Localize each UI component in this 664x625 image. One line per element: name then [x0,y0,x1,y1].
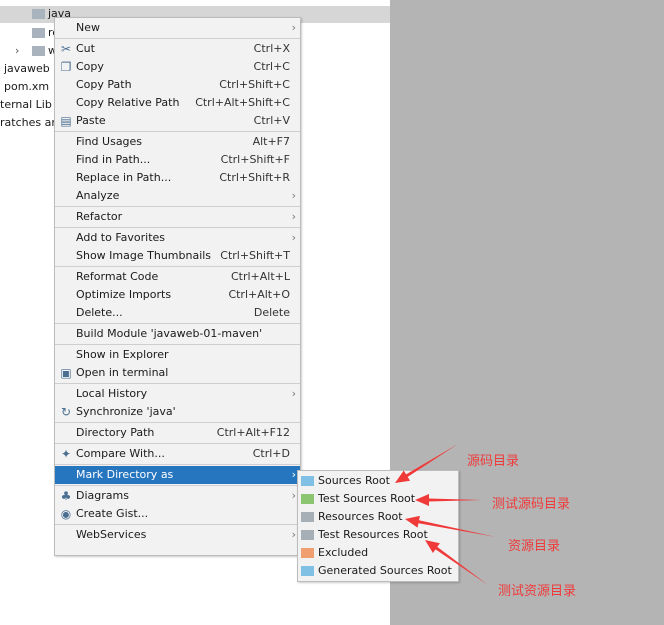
annotation-label: 源码目录 [467,454,520,469]
annotation-label: 资源目录 [508,539,561,554]
arrow [405,515,496,537]
annotation-arrows [395,444,496,585]
annotation-label: 测试资源目录 [498,584,577,599]
arrow [415,494,482,506]
annotation-label: 测试源码目录 [492,497,571,512]
arrow [425,540,488,585]
arrow [395,444,458,483]
